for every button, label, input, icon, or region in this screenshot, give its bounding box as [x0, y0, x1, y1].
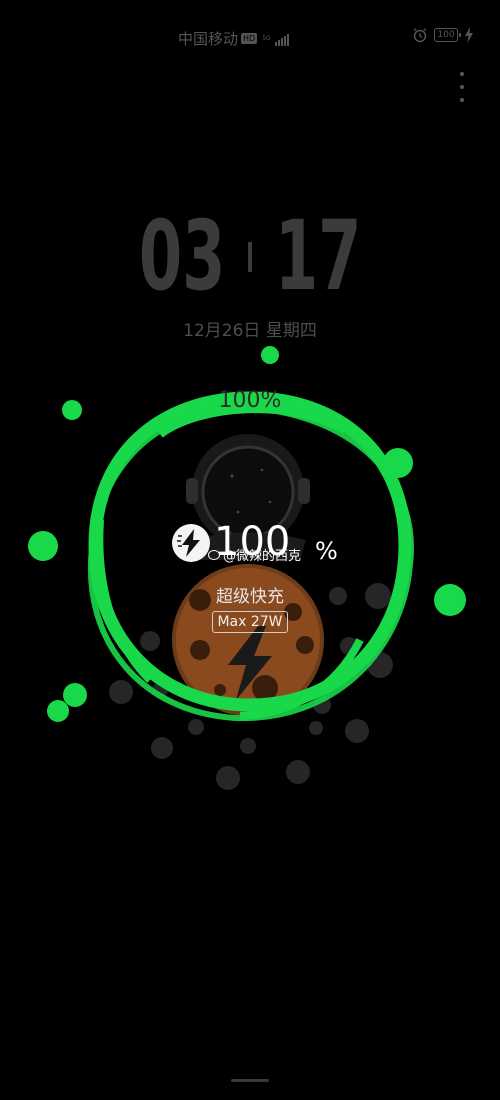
- charge-mode-label: 超级快充: [216, 587, 284, 607]
- charge-percent-top: 100%: [218, 388, 282, 413]
- super-charge-icon: [172, 524, 210, 562]
- home-indicator[interactable]: [231, 1079, 269, 1082]
- watermark-text: @微辣的西克: [223, 549, 302, 564]
- lock-screen: 中国移动 HD 5G 100 03 17 12月26日 星期四 100% 100…: [0, 0, 500, 1100]
- watermark: @微辣的西克: [208, 545, 301, 564]
- charge-percent-sign: %: [315, 537, 338, 565]
- weibo-icon: [208, 549, 220, 560]
- max-power-badge: Max 27W: [212, 611, 288, 633]
